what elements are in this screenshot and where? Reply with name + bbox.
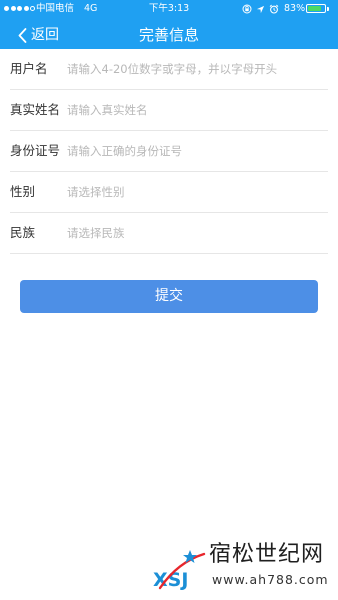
logo-text: XSJ xyxy=(153,569,188,591)
username-label: 用户名 xyxy=(10,61,48,76)
gender-label: 性别 xyxy=(10,184,36,199)
id-number-label: 身份证号 xyxy=(10,143,61,158)
real-name-label: 真实姓名 xyxy=(10,102,61,117)
page-title: 完善信息 xyxy=(138,26,199,44)
alarm-icon xyxy=(269,4,279,14)
real-name-row: 真实姓名 xyxy=(10,90,332,131)
app-header: 中国电信 4G 下午3:13 83% 返回 完善信息 xyxy=(0,0,338,49)
lock-rotation-icon xyxy=(242,4,252,14)
id-number-input[interactable] xyxy=(67,137,332,165)
ethnicity-select[interactable] xyxy=(67,219,332,247)
username-row: 用户名 xyxy=(10,49,332,90)
battery-percent: 83% xyxy=(284,3,306,14)
ethnicity-label: 民族 xyxy=(10,225,36,240)
site-watermark: XSJ 宿松世纪网 www.ah788.com xyxy=(152,542,338,600)
battery-icon xyxy=(306,4,326,13)
submit-button[interactable]: 提交 xyxy=(20,280,318,313)
gender-select[interactable] xyxy=(67,178,332,206)
site-logo: XSJ xyxy=(153,550,206,591)
status-bar: 中国电信 4G 下午3:13 83% xyxy=(0,0,338,18)
battery-cap xyxy=(327,7,329,11)
gender-row: 性别 xyxy=(10,172,332,213)
id-number-row: 身份证号 xyxy=(10,131,332,172)
site-url: www.ah788.com xyxy=(212,572,329,587)
username-input[interactable] xyxy=(67,55,332,83)
real-name-input[interactable] xyxy=(67,96,332,124)
location-arrow-icon xyxy=(256,5,265,13)
site-name: 宿松世纪网 xyxy=(209,542,325,567)
ethnicity-row: 民族 xyxy=(10,213,332,254)
profile-form: 用户名 真实姓名 身份证号 性别 民族 xyxy=(0,49,338,254)
status-icons xyxy=(242,0,279,18)
battery-level-fill xyxy=(308,6,322,11)
